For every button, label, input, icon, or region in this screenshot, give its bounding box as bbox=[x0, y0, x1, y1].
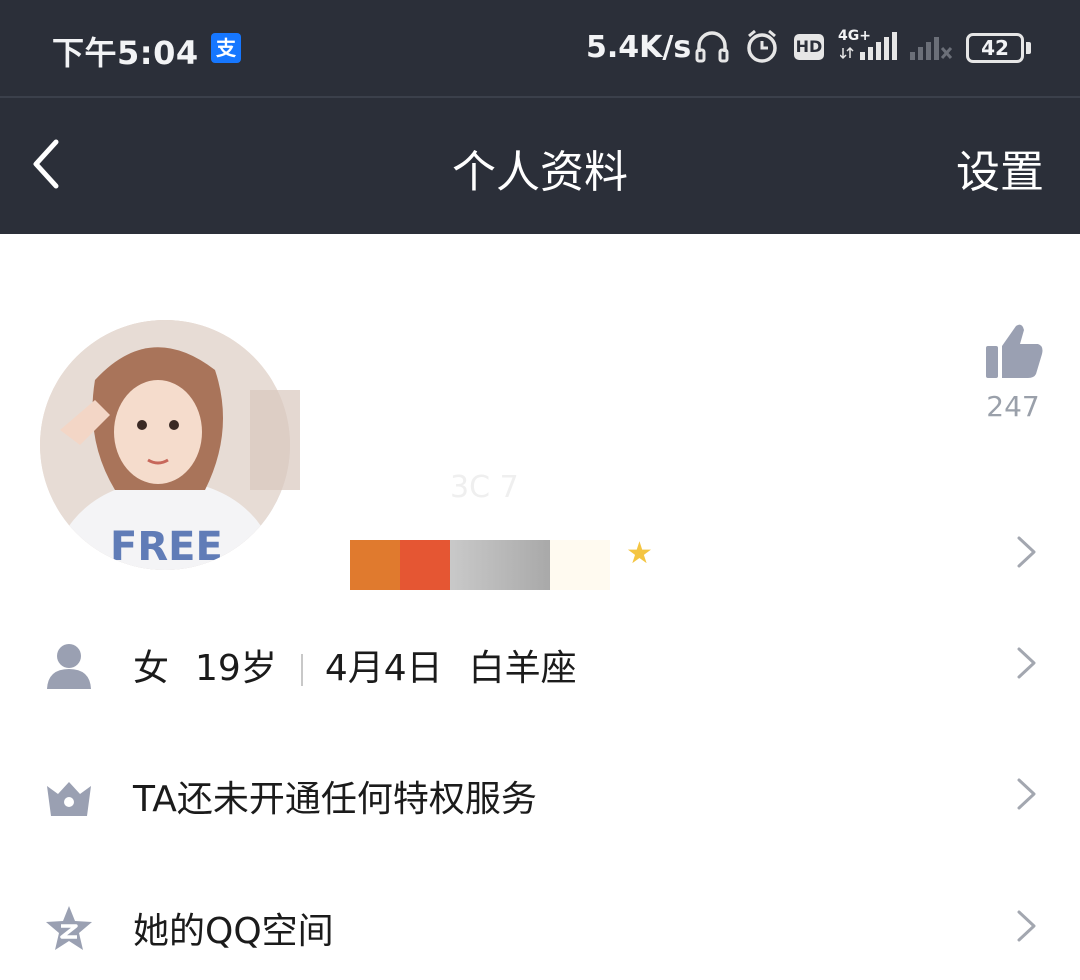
hd-icon: HD bbox=[794, 34, 824, 60]
chevron-right-icon[interactable] bbox=[1014, 534, 1040, 570]
badge-gray bbox=[450, 540, 550, 590]
nickname: 3C 7 bbox=[450, 470, 519, 505]
chevron-right-icon bbox=[1017, 647, 1036, 679]
privilege-row[interactable]: TA还未开通任何特权服务 bbox=[0, 748, 1080, 848]
zodiac: 白羊座 bbox=[468, 648, 577, 689]
basic-info-text: 女 19岁 4月4日 白羊座 bbox=[133, 639, 577, 691]
title-bar: 个人资料 设置 bbox=[0, 96, 1080, 234]
alipay-icon: 支 bbox=[211, 33, 241, 63]
svg-text:FREE: FREE bbox=[110, 524, 223, 570]
badge-orange bbox=[350, 540, 400, 590]
star-icon: ★ bbox=[626, 536, 653, 571]
person-icon bbox=[47, 644, 91, 689]
thumbs-up-icon[interactable] bbox=[984, 322, 1044, 382]
crown-icon bbox=[47, 782, 91, 816]
basic-info-row[interactable]: 女 19岁 4月4日 白羊座 bbox=[0, 617, 1080, 717]
badge-faint bbox=[550, 540, 610, 590]
qzone-star-icon bbox=[46, 906, 92, 950]
battery-icon: 42 bbox=[966, 33, 1024, 63]
like-count: 247 bbox=[986, 390, 1040, 423]
qzone-row[interactable]: 她的QQ空间 bbox=[0, 880, 1080, 980]
divider bbox=[300, 654, 303, 686]
age: 19岁 bbox=[195, 648, 277, 689]
qzone-text: 她的QQ空间 bbox=[133, 911, 334, 952]
signal-icon bbox=[840, 32, 897, 60]
signal-2-icon bbox=[910, 37, 953, 60]
chevron-right-icon bbox=[1017, 778, 1036, 810]
birthday: 4月4日 bbox=[324, 648, 443, 689]
page-title: 个人资料 bbox=[452, 147, 628, 198]
alarm-icon bbox=[747, 29, 777, 63]
gender: 女 bbox=[133, 648, 170, 689]
privilege-text: TA还未开通任何特权服务 bbox=[133, 779, 537, 820]
status-time: 下午5:04 bbox=[52, 34, 199, 72]
headset-icon bbox=[695, 31, 729, 63]
settings-button[interactable]: 设置 bbox=[956, 136, 1044, 200]
badge-red bbox=[400, 540, 450, 590]
battery-tip bbox=[1026, 42, 1031, 54]
network-speed: 5.4K/s bbox=[586, 30, 692, 65]
chevron-right-icon bbox=[1017, 910, 1036, 942]
redacted-area bbox=[250, 390, 300, 490]
status-bar: 下午5:04 支 5.4K/s HD 4G+ 42 bbox=[0, 0, 1080, 96]
